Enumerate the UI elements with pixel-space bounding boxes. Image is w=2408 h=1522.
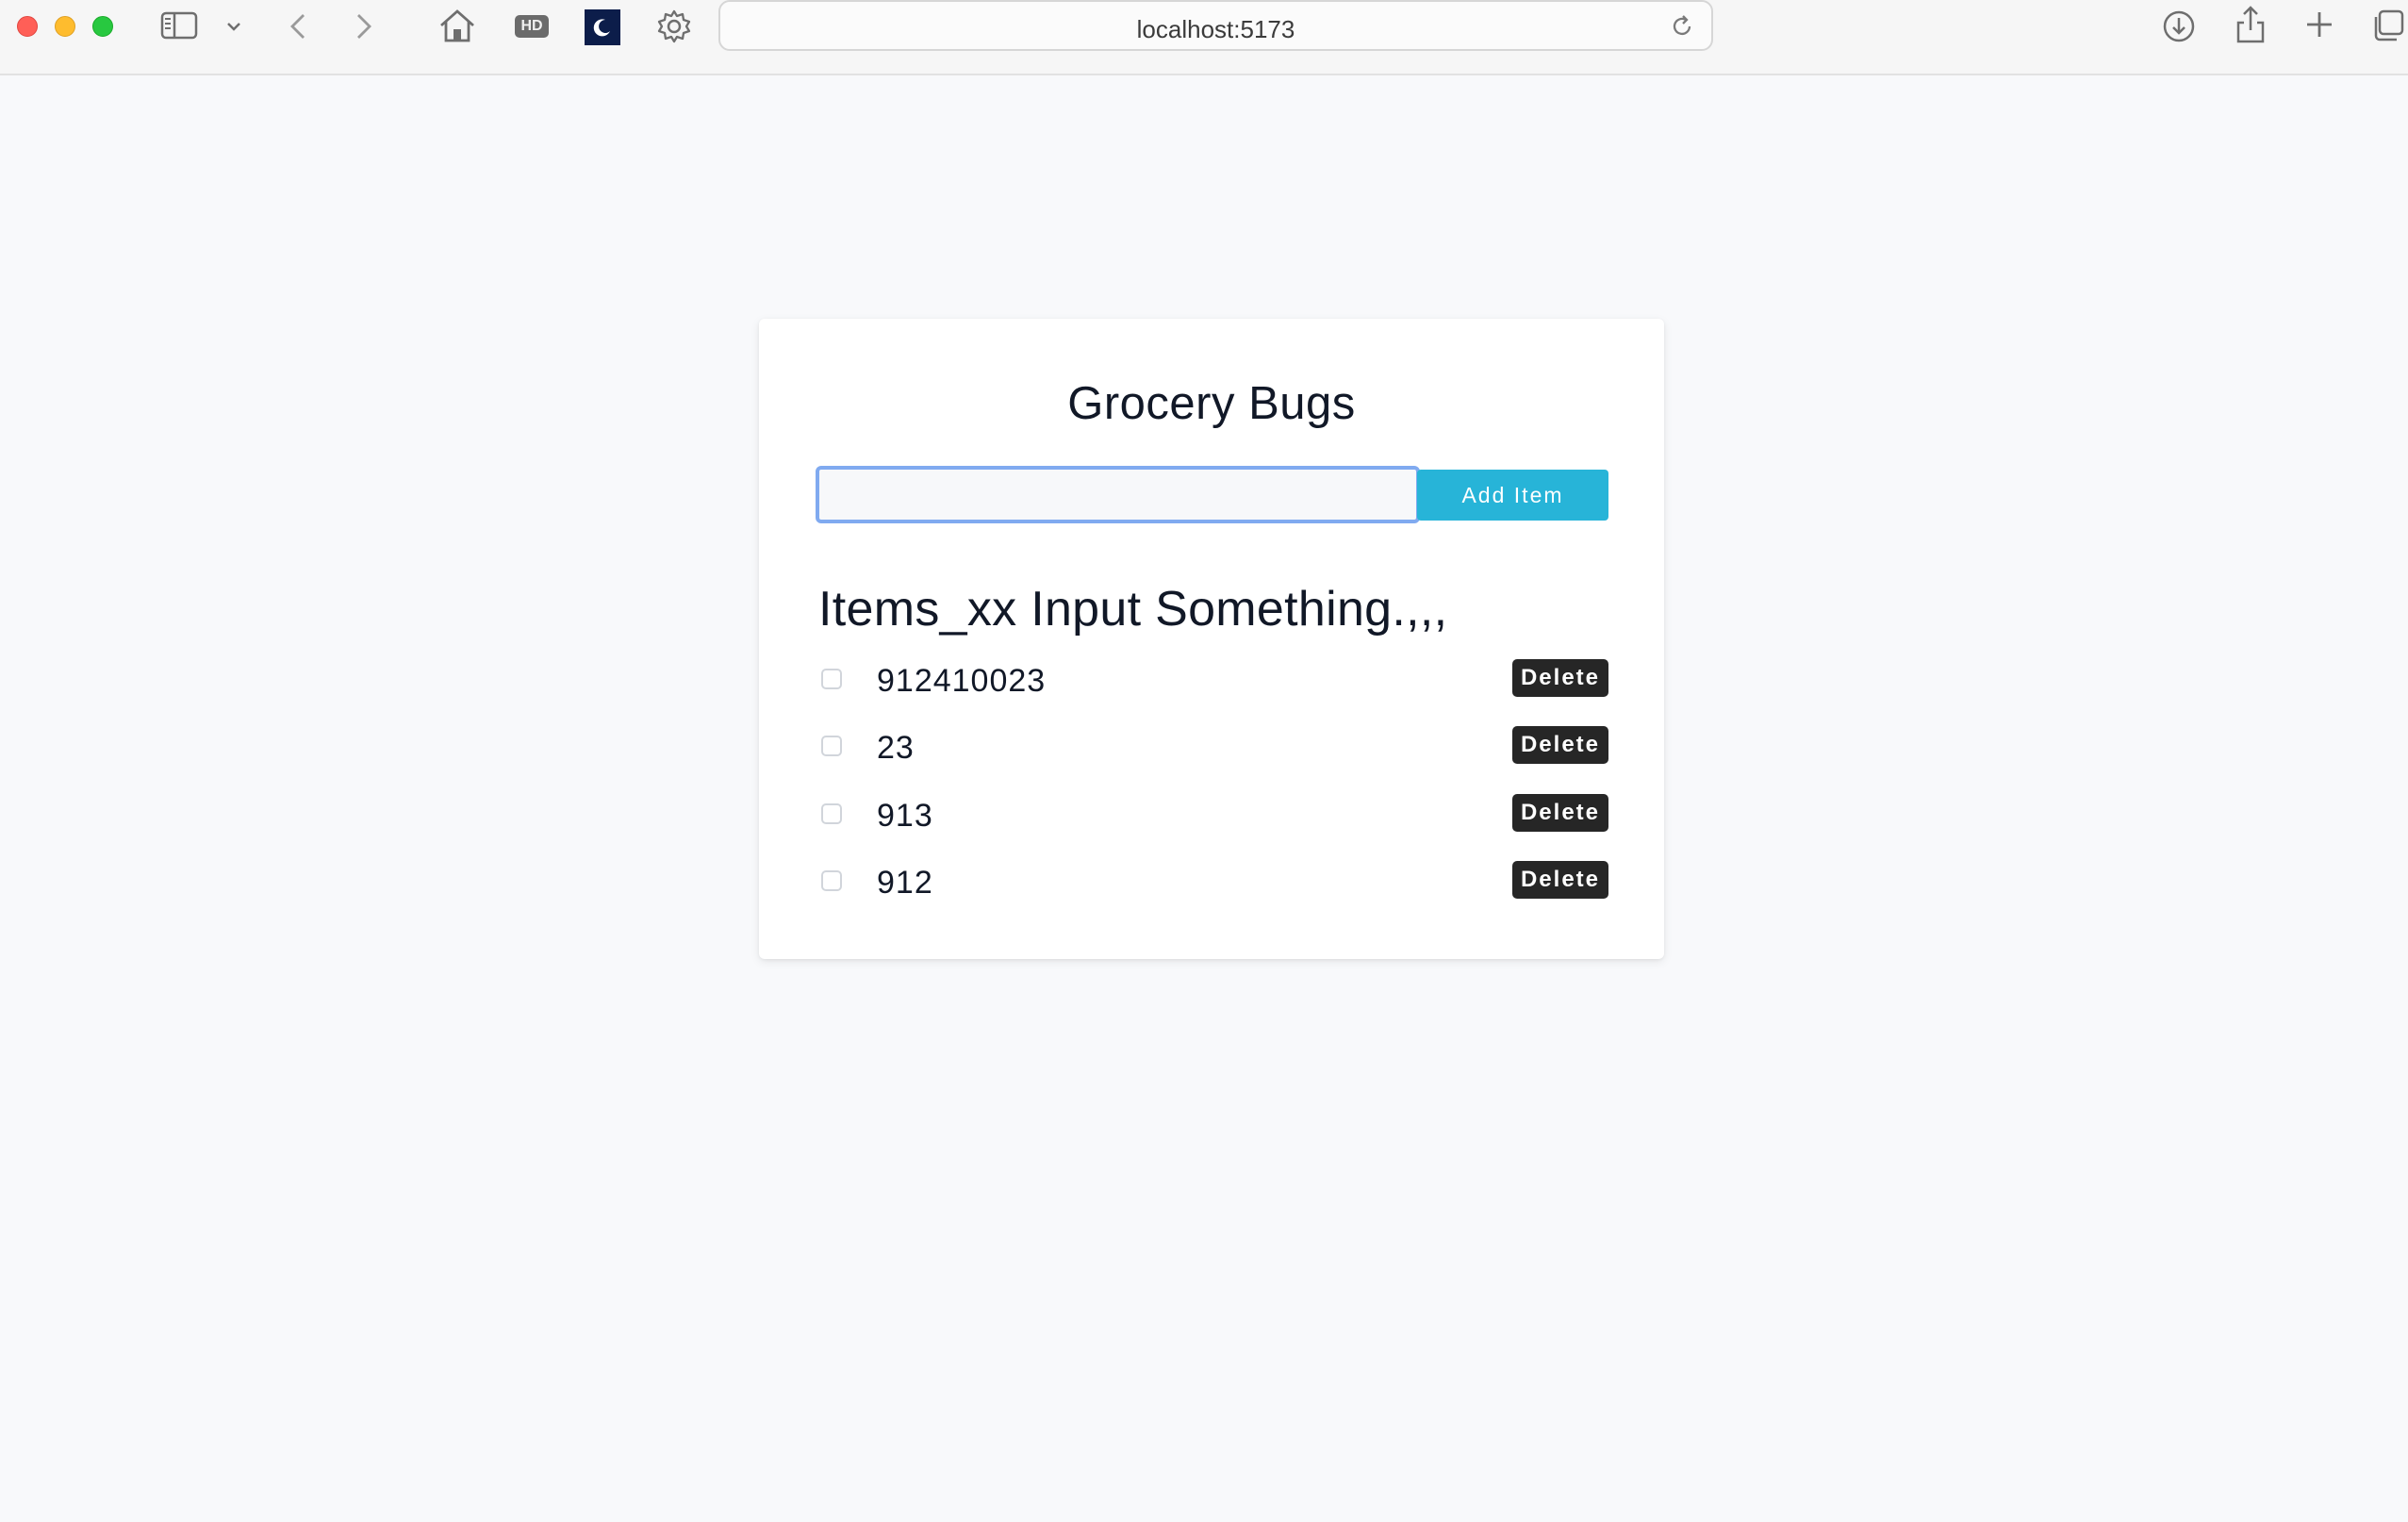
list-item: 912410023 Delete xyxy=(816,659,1608,704)
item-checkbox[interactable] xyxy=(821,870,842,891)
close-window-button[interactable] xyxy=(17,16,38,37)
new-tab-icon[interactable] xyxy=(2304,9,2334,40)
forward-icon[interactable] xyxy=(353,11,375,41)
item-checkbox[interactable] xyxy=(821,669,842,689)
item-checkbox[interactable] xyxy=(821,736,842,756)
item-checkbox[interactable] xyxy=(821,803,842,824)
list-item: 913 Delete xyxy=(816,794,1608,839)
browser-toolbar: HD localhost:5173 xyxy=(0,0,2408,75)
address-bar[interactable]: localhost:5173 xyxy=(718,0,1713,51)
back-icon[interactable] xyxy=(287,11,309,41)
add-item-button[interactable]: Add Item xyxy=(1417,470,1608,521)
delete-item-button[interactable]: Delete xyxy=(1512,794,1608,832)
minimize-window-button[interactable] xyxy=(55,16,75,37)
settings-icon[interactable] xyxy=(656,8,692,44)
page-title: Grocery Bugs xyxy=(1067,378,1356,429)
hd-icon[interactable]: HD xyxy=(515,15,549,38)
chevron-down-icon[interactable] xyxy=(224,17,243,36)
delete-item-button[interactable]: Delete xyxy=(1512,726,1608,764)
dark-mode-icon[interactable] xyxy=(585,9,620,45)
download-icon[interactable] xyxy=(2162,9,2196,43)
items-heading: Items_xx Input Something.,,, xyxy=(818,582,1448,637)
grocery-card: Grocery Bugs Add Item Items_xx Input Som… xyxy=(759,319,1664,959)
tabs-overview-icon[interactable] xyxy=(2370,8,2406,43)
delete-item-button[interactable]: Delete xyxy=(1512,659,1608,697)
reload-icon[interactable] xyxy=(1670,14,1694,43)
home-icon[interactable] xyxy=(437,8,477,43)
item-label: 913 xyxy=(877,798,933,834)
url-text: localhost:5173 xyxy=(1136,15,1295,43)
share-icon[interactable] xyxy=(2235,4,2267,45)
delete-item-button[interactable]: Delete xyxy=(1512,861,1608,899)
new-item-input[interactable] xyxy=(816,466,1420,523)
zoom-window-button[interactable] xyxy=(92,16,113,37)
item-label: 912410023 xyxy=(877,663,1047,699)
list-item: 23 Delete xyxy=(816,726,1608,771)
item-label: 912 xyxy=(877,865,933,901)
item-label: 23 xyxy=(877,730,915,766)
list-item: 912 Delete xyxy=(816,861,1608,906)
sidebar-icon[interactable] xyxy=(160,11,198,40)
